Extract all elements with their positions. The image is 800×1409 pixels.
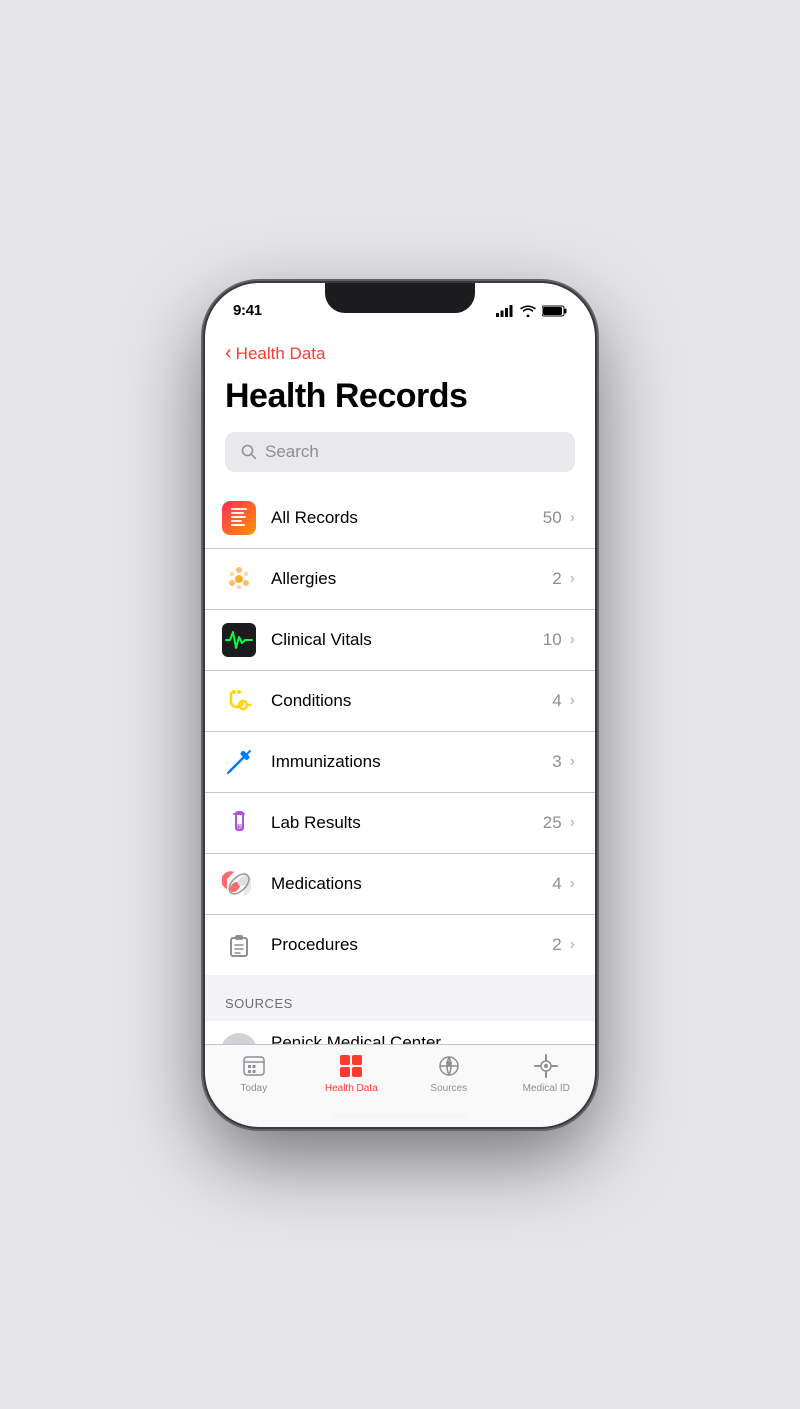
- nav-header: ‹ Health Data Health Records: [205, 327, 595, 432]
- health-data-tab-icon: [338, 1053, 364, 1079]
- list-item-clinical-vitals[interactable]: Clinical Vitals 10 ›: [205, 610, 595, 671]
- procedures-count: 2: [552, 935, 561, 955]
- lab-results-icon: [221, 805, 257, 841]
- source-item-penick[interactable]: P Penick Medical Center My Patient Porta…: [205, 1021, 595, 1044]
- search-bar[interactable]: Search: [225, 432, 575, 472]
- clinical-vitals-icon: [221, 622, 257, 658]
- tab-medical-id[interactable]: Medical ID: [498, 1053, 596, 1094]
- search-placeholder: Search: [265, 442, 319, 462]
- all-records-icon: [221, 500, 257, 536]
- clinical-vitals-count: 10: [543, 630, 562, 650]
- procedures-label: Procedures: [271, 935, 552, 955]
- phone-screen: 9:41: [205, 283, 595, 1127]
- all-records-label: All Records: [271, 508, 543, 528]
- lab-results-count: 25: [543, 813, 562, 833]
- conditions-label: Conditions: [271, 691, 552, 711]
- allergies-icon: [221, 561, 257, 597]
- medications-chevron-icon: ›: [570, 875, 575, 893]
- clinical-vitals-label: Clinical Vitals: [271, 630, 543, 650]
- status-time: 9:41: [233, 302, 262, 319]
- today-tab-icon: [241, 1053, 267, 1079]
- tab-today[interactable]: Today: [205, 1053, 303, 1094]
- screen-content[interactable]: ‹ Health Data Health Records Search: [205, 327, 595, 1044]
- clinical-vitals-chevron-icon: ›: [570, 631, 575, 649]
- medical-id-tab-label: Medical ID: [523, 1083, 570, 1094]
- procedures-icon: [221, 927, 257, 963]
- sources-header: SOURCES: [205, 975, 595, 1021]
- page-title: Health Records: [225, 373, 575, 432]
- phone-wrapper: 9:41: [205, 283, 595, 1127]
- phone-frame: 9:41: [205, 283, 595, 1127]
- list-item-medications[interactable]: Medications 4 ›: [205, 854, 595, 915]
- conditions-icon: [221, 683, 257, 719]
- search-icon: [241, 444, 257, 460]
- back-chevron-icon: ‹: [225, 342, 232, 365]
- list-item-allergies[interactable]: Allergies 2 ›: [205, 549, 595, 610]
- list-item-conditions[interactable]: Conditions 4 ›: [205, 671, 595, 732]
- health-data-tab-label: Health Data: [325, 1083, 378, 1094]
- back-label: Health Data: [236, 344, 326, 364]
- signal-icon: [496, 305, 514, 317]
- allergies-label: Allergies: [271, 569, 552, 589]
- search-container: Search: [205, 432, 595, 488]
- allergies-chevron-icon: ›: [570, 570, 575, 588]
- penick-info: Penick Medical Center My Patient Portal: [271, 1033, 570, 1044]
- sources-list: P Penick Medical Center My Patient Porta…: [205, 1021, 595, 1044]
- immunizations-chevron-icon: ›: [570, 753, 575, 771]
- all-records-chevron-icon: ›: [570, 509, 575, 527]
- immunizations-count: 3: [552, 752, 561, 772]
- list-item-procedures[interactable]: Procedures 2 ›: [205, 915, 595, 975]
- all-records-count: 50: [543, 508, 562, 528]
- penick-name: Penick Medical Center: [271, 1033, 570, 1044]
- conditions-count: 4: [552, 691, 561, 711]
- medications-icon: [221, 866, 257, 902]
- list-item-all-records[interactable]: All Records 50 ›: [205, 488, 595, 549]
- today-tab-label: Today: [240, 1083, 267, 1094]
- list-item-lab-results[interactable]: Lab Results 25 ›: [205, 793, 595, 854]
- penick-icon: P: [221, 1033, 257, 1044]
- tab-bar: Today Health Data: [205, 1044, 595, 1127]
- medical-id-tab-icon: [533, 1053, 559, 1079]
- allergies-count: 2: [552, 569, 561, 589]
- tab-sources[interactable]: Sources: [400, 1053, 498, 1094]
- medications-count: 4: [552, 874, 561, 894]
- lab-results-label: Lab Results: [271, 813, 543, 833]
- immunizations-icon: [221, 744, 257, 780]
- list-item-immunizations[interactable]: Immunizations 3 ›: [205, 732, 595, 793]
- medications-label: Medications: [271, 874, 552, 894]
- lab-results-chevron-icon: ›: [570, 814, 575, 832]
- records-list: All Records 50 ›: [205, 488, 595, 975]
- procedures-chevron-icon: ›: [570, 936, 575, 954]
- battery-icon: [542, 305, 567, 317]
- sources-tab-label: Sources: [430, 1083, 467, 1094]
- conditions-chevron-icon: ›: [570, 692, 575, 710]
- status-icons: [496, 305, 567, 317]
- notch: [325, 283, 475, 313]
- tab-health-data[interactable]: Health Data: [303, 1053, 401, 1094]
- immunizations-label: Immunizations: [271, 752, 552, 772]
- sources-label: SOURCES: [225, 996, 293, 1011]
- wifi-icon: [520, 305, 536, 317]
- back-link[interactable]: ‹ Health Data: [225, 335, 575, 373]
- sources-tab-icon: [436, 1053, 462, 1079]
